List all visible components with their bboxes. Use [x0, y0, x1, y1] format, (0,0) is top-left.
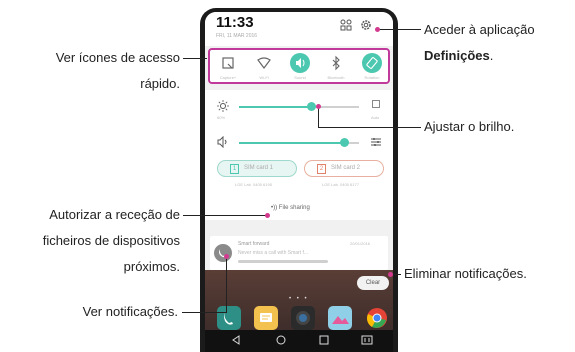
- wifi-icon: [257, 57, 271, 69]
- home-icon[interactable]: [275, 334, 287, 346]
- sound-settings-icon[interactable]: [371, 137, 381, 147]
- leader-line: [182, 312, 226, 313]
- camera-app-icon[interactable]: [291, 306, 315, 330]
- gallery-app-icon[interactable]: [328, 306, 352, 330]
- quick-access-bluetooth[interactable]: Bluetooth: [320, 51, 352, 83]
- sim-2-carrier: LGE Lab. 0405 6177: [322, 182, 359, 187]
- callout-line: Autorizar a receção de: [49, 207, 180, 222]
- sim-badge: 2: [317, 164, 326, 174]
- brightness-fill: [239, 106, 311, 108]
- callout-line: ficheiros de dispositivos: [42, 233, 180, 248]
- notification-body: Never miss a call with Smart f...: [238, 250, 309, 256]
- clock: 11:33: [216, 14, 254, 31]
- quick-access-label: Wi-Fi: [259, 75, 269, 80]
- notification-placeholder: [238, 260, 328, 263]
- leader-dot: [375, 27, 380, 32]
- quick-access-label: Rotation: [364, 75, 380, 80]
- leader-line: [377, 29, 421, 30]
- rotation-icon: [362, 53, 382, 73]
- callout-file-sharing: Autorizar a receção de ficheiros de disp…: [8, 205, 180, 277]
- quick-access-label: Bluetooth: [327, 75, 345, 80]
- callout-settings: Aceder à aplicação Definições.: [424, 20, 535, 66]
- phone-app-icon[interactable]: [217, 306, 241, 330]
- leader-line: [226, 257, 227, 313]
- brightness-percent: 60%: [217, 115, 226, 120]
- quick-access-label: Capture+: [219, 75, 237, 80]
- overview-icon[interactable]: [318, 334, 330, 346]
- callout-end: .: [489, 48, 494, 63]
- quick-access-wifi[interactable]: Wi-Fi: [248, 51, 280, 83]
- sim-label: SIM card 2: [331, 165, 361, 171]
- bluetooth-icon: [332, 55, 340, 71]
- notification-time: 20/01/2016: [350, 241, 371, 246]
- brightness-slider-handle[interactable]: [306, 102, 316, 111]
- sim-card-1-button[interactable]: 1 SIM card 1: [217, 160, 297, 177]
- date: FRI, 11 MAR 2016: [216, 33, 258, 39]
- callout-notifications: Ver notificações.: [82, 304, 178, 319]
- quick-access-capture[interactable]: Capture+: [212, 51, 244, 83]
- phone-screen: 11:33 FRI, 11 MAR 2016 Capture+ Wi-Fi So…: [205, 12, 393, 352]
- notification-card[interactable]: Smart forward 20/01/2016 Never miss a ca…: [210, 236, 388, 270]
- gear-icon[interactable]: [360, 19, 372, 31]
- clear-button[interactable]: Clear: [357, 276, 389, 290]
- leader-line: [318, 108, 319, 127]
- back-icon[interactable]: [230, 334, 242, 346]
- status-bar: 11:33 FRI, 11 MAR 2016: [205, 12, 393, 46]
- leader-dot: [265, 213, 270, 218]
- sim-card-2-button[interactable]: 2 SIM card 2: [304, 160, 384, 177]
- sim-1-carrier: LGE Lab. 0405 6195: [235, 182, 272, 187]
- sound-icon: [290, 53, 310, 73]
- volume-slider-handle[interactable]: [340, 138, 350, 147]
- auto-label: Auto: [371, 115, 380, 120]
- callout-clear: Eliminar notificações.: [404, 266, 527, 281]
- settings-panel: 60% Auto 1 SIM card 1 2 SIM card 2 LGE L…: [205, 90, 393, 220]
- leader-line: [183, 215, 267, 216]
- callout-line: Aceder à aplicação: [424, 22, 535, 37]
- file-sharing-label: File sharing: [278, 205, 310, 211]
- quick-access-row: Capture+ Wi-Fi Sound Bluetooth Rotation: [208, 48, 390, 84]
- callout-line: próximos.: [123, 259, 180, 274]
- callout-quick-access: Ver ícones de acesso rápido.: [20, 48, 180, 94]
- volume-icon: [217, 136, 227, 148]
- leader-dot: [224, 254, 229, 259]
- messages-app-icon[interactable]: [254, 306, 278, 330]
- chrome-app-icon[interactable]: [365, 306, 389, 330]
- quick-access-label: Sound: [294, 75, 306, 80]
- brightness-icon: [217, 100, 229, 112]
- dual-window-icon[interactable]: [361, 334, 373, 346]
- leader-dot: [388, 272, 393, 277]
- sim-label: SIM card 1: [244, 165, 274, 171]
- callout-line: rápido.: [140, 76, 180, 91]
- callout-bold: Definições: [424, 48, 490, 63]
- leader-line: [183, 58, 207, 59]
- volume-fill: [239, 142, 345, 144]
- phone-frame: 11:33 FRI, 11 MAR 2016 Capture+ Wi-Fi So…: [200, 8, 398, 352]
- sim-badge: 1: [230, 164, 239, 174]
- callout-brightness: Ajustar o brilho.: [424, 119, 515, 134]
- file-sharing-icon: •)): [271, 205, 278, 211]
- quick-access-sound[interactable]: Sound: [284, 51, 316, 83]
- callout-line: Ver ícones de acesso: [55, 50, 180, 65]
- leader-line: [318, 127, 421, 128]
- edit-icon[interactable]: [340, 19, 352, 31]
- leader-dot: [316, 104, 321, 109]
- notification-title: Smart forward: [238, 241, 270, 247]
- auto-checkbox[interactable]: [372, 100, 380, 108]
- navigation-bar: [205, 330, 393, 352]
- phone-call-icon: [214, 244, 232, 262]
- home-screen: Clear • • •: [205, 270, 393, 330]
- file-sharing-toggle[interactable]: •)) File sharing: [271, 205, 310, 211]
- capture-icon: [222, 57, 234, 69]
- quick-access-rotation[interactable]: Rotation: [356, 51, 388, 83]
- page-indicator: • • •: [289, 296, 309, 302]
